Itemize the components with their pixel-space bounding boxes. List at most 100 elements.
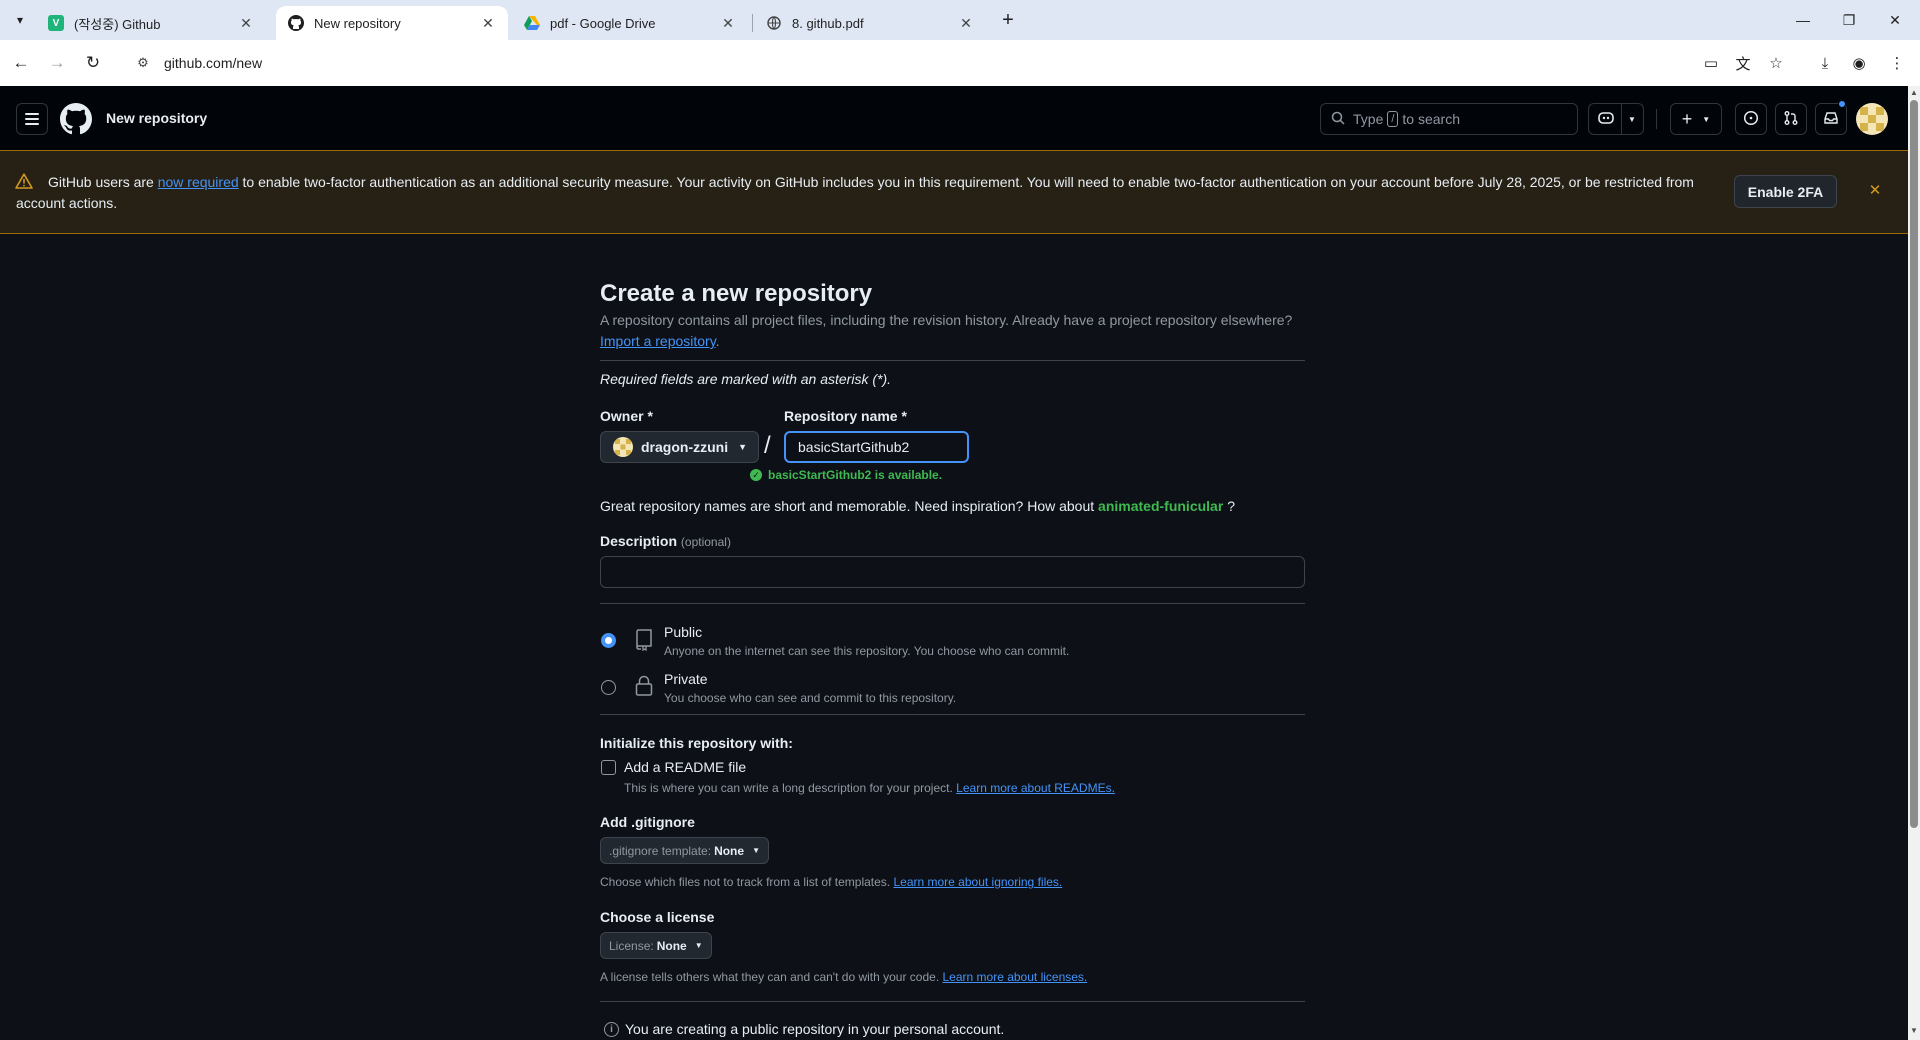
private-title[interactable]: Private	[664, 671, 708, 687]
avatar[interactable]	[1856, 103, 1888, 135]
public-description: Anyone on the internet can see this repo…	[664, 644, 1070, 658]
menu-kebab-icon[interactable]: ⋮	[1884, 50, 1910, 76]
browser-tab-2[interactable]: New repository ✕	[276, 6, 508, 40]
close-icon[interactable]: ✕	[1865, 180, 1885, 200]
info-text: You are creating a public repository in …	[625, 1021, 1005, 1037]
pull-requests-button[interactable]	[1775, 103, 1807, 135]
license-note-text: A license tells others what they can and…	[600, 970, 940, 984]
forward-arrow-icon[interactable]: →	[44, 50, 70, 76]
chevron-down-icon: ▼	[1702, 114, 1711, 124]
initialize-title: Initialize this repository with:	[600, 735, 793, 751]
browser-tab-3[interactable]: pdf - Google Drive ✕	[512, 6, 748, 40]
site-info-icon[interactable]: ⚙	[128, 55, 158, 71]
private-radio[interactable]	[601, 680, 616, 695]
license-title: Choose a license	[600, 909, 715, 925]
gitignore-note: Choose which files not to track from a l…	[600, 875, 1062, 889]
page-context-title[interactable]: New repository	[106, 110, 207, 126]
url-text[interactable]: github.com/new	[164, 55, 262, 71]
gitignore-note-text: Choose which files not to track from a l…	[600, 875, 891, 889]
readme-checkbox[interactable]	[601, 760, 616, 775]
omnibox[interactable]: ⚙ github.com/new	[122, 46, 1762, 80]
tab-title: New repository	[314, 15, 401, 31]
page-title: Create a new repository	[600, 280, 873, 307]
browser-tab-4[interactable]: 8. github.pdf ✕	[754, 6, 986, 40]
header-divider	[1656, 109, 1657, 129]
page-subtitle: A repository contains all project files,…	[600, 310, 1305, 352]
copilot-button[interactable]: ▼	[1588, 103, 1644, 135]
window-close-icon[interactable]: ✕	[1872, 0, 1918, 40]
description-input[interactable]	[600, 556, 1305, 588]
gitignore-title: Add .gitignore	[600, 814, 695, 830]
translate-icon[interactable]: 文	[1730, 50, 1756, 76]
profile-icon[interactable]: ◉	[1846, 50, 1872, 76]
split-divider	[1621, 104, 1622, 134]
scrollbar-thumb[interactable]	[1910, 100, 1918, 828]
close-icon[interactable]: ✕	[480, 15, 496, 31]
repo-name-input[interactable]	[784, 431, 969, 463]
info-icon: i	[604, 1021, 619, 1037]
subtitle-text: A repository contains all project files,…	[600, 312, 1293, 328]
public-repo-info: i You are creating a public repository i…	[604, 1021, 1004, 1037]
hamburger-menu-icon[interactable]	[16, 103, 48, 135]
close-icon[interactable]: ✕	[720, 15, 736, 31]
check-circle-icon: ✓	[750, 469, 762, 481]
readme-label[interactable]: Add a README file	[624, 759, 746, 775]
search-input[interactable]: Type / to search	[1320, 103, 1578, 135]
tab-separator	[752, 14, 753, 32]
bookmark-star-icon[interactable]: ☆	[1763, 50, 1789, 76]
learn-ignoring-link[interactable]: Learn more about ignoring files.	[893, 875, 1062, 889]
public-radio[interactable]	[601, 633, 616, 648]
install-app-icon[interactable]: ▭	[1698, 50, 1724, 76]
divider	[600, 360, 1305, 361]
v-icon: V	[48, 15, 64, 31]
public-title[interactable]: Public	[664, 624, 702, 640]
banner-message: GitHub users are now required to enable …	[16, 172, 1716, 214]
gitignore-template-select[interactable]: .gitignore template: None ▼	[600, 837, 769, 864]
github-logo-icon[interactable]	[60, 103, 92, 135]
license-select-value: None	[656, 938, 687, 953]
readme-note-text: This is where you can write a long descr…	[624, 781, 953, 795]
learn-licenses-link[interactable]: Learn more about licenses.	[943, 970, 1088, 984]
gitignore-select-prefix: .gitignore template:	[609, 843, 712, 858]
suggested-name[interactable]: animated-funicular	[1098, 498, 1223, 514]
two-factor-banner: GitHub users are now required to enable …	[0, 150, 1908, 234]
import-repository-link[interactable]: Import a repository	[600, 333, 716, 349]
search-shortcut-key: /	[1387, 111, 1399, 127]
divider	[600, 1001, 1305, 1002]
drive-icon	[524, 15, 540, 31]
gitignore-select-value: None	[714, 843, 745, 858]
inspiration-end: ?	[1227, 498, 1235, 514]
license-select[interactable]: License: None ▼	[600, 932, 712, 959]
minimize-icon[interactable]: —	[1780, 0, 1826, 40]
tab-search-chevron-icon[interactable]: ▾	[8, 8, 32, 32]
search-prefix: Type	[1353, 111, 1384, 127]
create-new-button[interactable]: + ▼	[1670, 103, 1722, 135]
divider	[600, 714, 1305, 715]
repo-name-label: Repository name *	[784, 408, 907, 424]
owner-select[interactable]: dragon-zzuni ▼	[600, 431, 759, 463]
copilot-icon	[1597, 110, 1615, 129]
close-icon[interactable]: ✕	[238, 15, 254, 31]
browser-tab-1[interactable]: V (작성중) Github ✕	[36, 6, 266, 40]
download-icon[interactable]: ⤓	[1812, 50, 1838, 76]
repo-icon	[634, 629, 654, 652]
back-arrow-icon[interactable]: ←	[8, 50, 34, 76]
description-label-text: Description	[600, 533, 678, 549]
reload-icon[interactable]: ↻	[80, 50, 106, 76]
restore-icon[interactable]: ❐	[1826, 0, 1872, 40]
issues-button[interactable]	[1735, 103, 1767, 135]
import-suffix: .	[715, 333, 720, 349]
close-icon[interactable]: ✕	[958, 15, 974, 31]
now-required-link[interactable]: now required	[158, 174, 239, 190]
banner-text-before: GitHub users are	[48, 174, 158, 190]
chevron-down-icon: ▼	[738, 442, 748, 452]
tab-title: (작성중) Github	[74, 16, 161, 32]
scroll-up-arrow-icon[interactable]: ▲	[1909, 88, 1919, 98]
scroll-down-arrow-icon[interactable]: ▼	[1909, 1026, 1919, 1036]
new-tab-icon[interactable]: +	[996, 8, 1020, 32]
enable-2fa-button[interactable]: Enable 2FA	[1734, 175, 1837, 208]
readme-note: This is where you can write a long descr…	[624, 781, 1115, 795]
learn-readme-link[interactable]: Learn more about READMEs.	[956, 781, 1115, 795]
chevron-down-icon[interactable]: ▼	[1628, 115, 1636, 124]
license-note: A license tells others what they can and…	[600, 970, 1087, 984]
